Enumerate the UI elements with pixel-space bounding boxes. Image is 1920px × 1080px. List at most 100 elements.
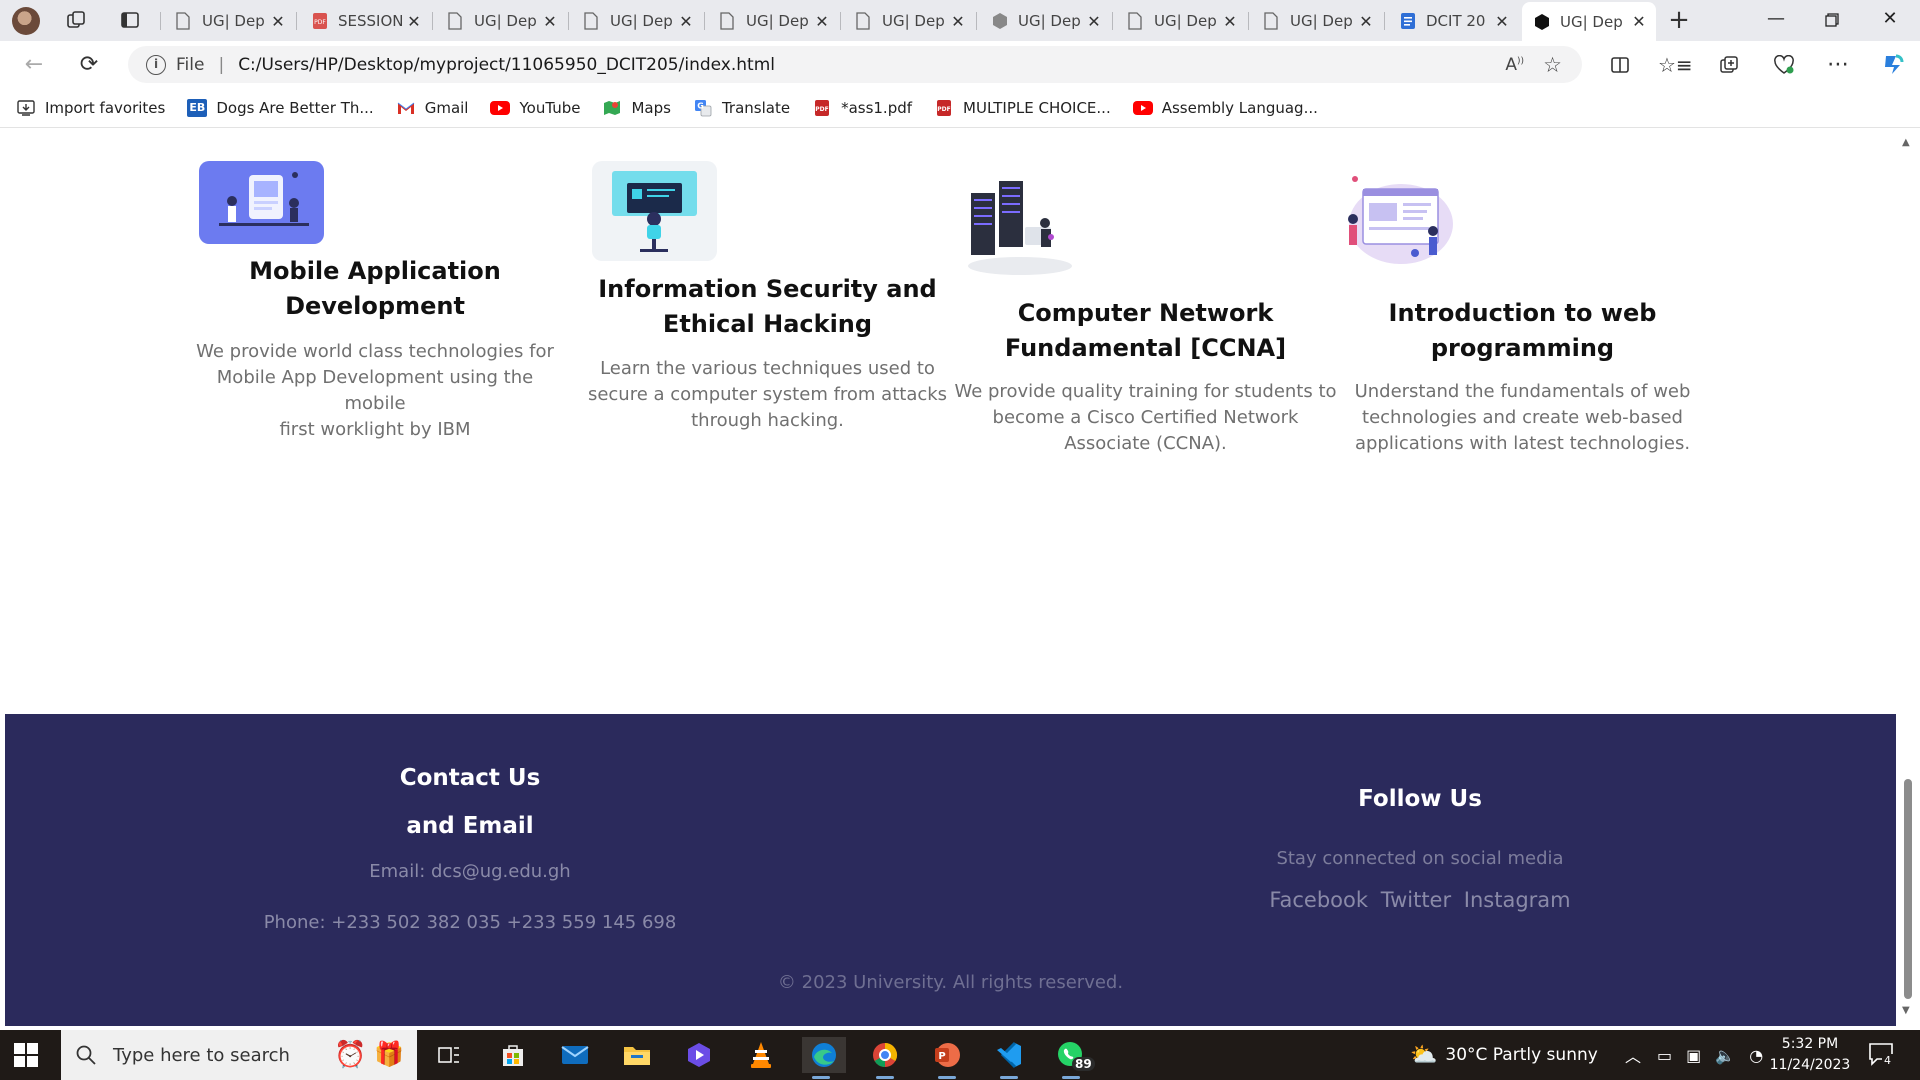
vscode-icon[interactable] <box>990 1037 1028 1079</box>
favorite-star-icon[interactable]: ☆ <box>1543 53 1562 77</box>
browser-tab[interactable]: UG| Dep ✕ <box>436 5 567 37</box>
bookmark-multiple-choice[interactable]: PDF MULTIPLE CHOICE... <box>934 99 1111 117</box>
back-arrow-icon[interactable]: ← <box>18 50 50 80</box>
scroll-down-arrow-icon[interactable]: ▼ <box>1902 1005 1910 1016</box>
twitter-link[interactable]: Twitter <box>1381 888 1451 912</box>
chevron-up-icon[interactable]: ︿ <box>1625 1043 1641 1067</box>
contact-heading: Contact Us and Email <box>305 754 635 850</box>
bookmark-import-favorites[interactable]: Import favorites <box>16 99 165 117</box>
chrome-icon[interactable] <box>866 1037 904 1079</box>
notification-center-icon[interactable]: 4 <box>1868 1042 1896 1068</box>
tab-actions-icon[interactable] <box>120 10 140 30</box>
scroll-up-arrow-icon[interactable]: ▲ <box>1902 137 1910 148</box>
browser-tab[interactable]: UG| Dep ✕ <box>844 5 975 37</box>
workspaces-icon[interactable] <box>66 10 86 30</box>
course-description: Understand the fundamentals of web techn… <box>1335 379 1710 457</box>
close-icon[interactable]: ✕ <box>1083 12 1105 31</box>
youtube-icon <box>490 99 511 117</box>
close-icon[interactable]: ✕ <box>403 12 425 31</box>
close-icon[interactable]: ✕ <box>675 12 697 31</box>
windows-start-icon[interactable] <box>14 1043 38 1067</box>
browser-tab[interactable]: UG| Dep ✕ <box>708 5 839 37</box>
page-scrollbar[interactable]: ▲ ▼ <box>1896 129 1920 1026</box>
new-tab-button[interactable]: + <box>1664 5 1694 35</box>
close-icon[interactable]: ✕ <box>1219 12 1241 31</box>
mail-icon[interactable] <box>556 1037 594 1073</box>
taskbar-search-box[interactable]: Type here to search ⏰ 🎁 <box>61 1030 417 1080</box>
bookmark-gmail[interactable]: Gmail <box>396 99 468 117</box>
course-title-line: Computer Network <box>1017 299 1274 327</box>
course-desc-line: We provide quality training for students… <box>954 381 1337 402</box>
powerpoint-icon[interactable]: P <box>928 1037 966 1079</box>
close-icon[interactable]: ✕ <box>1355 12 1377 31</box>
course-title-line: Ethical Hacking <box>662 310 873 338</box>
split-screen-icon[interactable] <box>1604 50 1636 80</box>
close-icon[interactable]: ✕ <box>811 12 833 31</box>
close-window-button[interactable]: ✕ <box>1870 8 1910 34</box>
bookmark-assembly[interactable]: Assembly Languag... <box>1132 99 1318 117</box>
volume-icon[interactable]: 🔈 <box>1715 1046 1735 1065</box>
browser-tab[interactable]: UG| Dep ✕ <box>572 5 703 37</box>
browser-tab[interactable]: PDF SESSION ✕ <box>300 5 431 37</box>
close-icon[interactable]: ✕ <box>539 12 561 31</box>
tab-title: UG| Dep <box>202 12 265 30</box>
copilot-icon[interactable] <box>1877 50 1909 80</box>
whatsapp-icon[interactable]: 89 <box>1052 1037 1095 1079</box>
bookmark-translate[interactable]: G Translate <box>693 99 790 117</box>
battery-icon[interactable]: ▭ <box>1657 1046 1672 1065</box>
web-page: Mobile Application Development We provid… <box>5 129 1896 1026</box>
more-menu-icon[interactable]: ⋯ <box>1822 50 1854 80</box>
browser-tab-active[interactable]: UG| Dep ✕ <box>1522 2 1656 41</box>
bookmark-ass1-pdf[interactable]: PDF *ass1.pdf <box>812 99 912 117</box>
tab-title: UG| Dep <box>610 12 673 30</box>
gift-icon: 🎁 <box>374 1040 404 1068</box>
bookmark-label: MULTIPLE CHOICE... <box>963 98 1111 117</box>
contact-email[interactable]: Email: dcs@ug.edu.gh <box>245 861 695 882</box>
minimize-button[interactable]: — <box>1756 8 1796 34</box>
browser-tab[interactable]: DCIT 20 ✕ <box>1388 5 1519 37</box>
system-tray: ︿ ▭ ▣ 🔈 ◔ <box>1625 1030 1763 1080</box>
close-icon[interactable]: ✕ <box>947 12 969 31</box>
browser-tab[interactable]: UG| Dep ✕ <box>980 5 1111 37</box>
system-clock[interactable]: 5:32 PM 11/24/2023 <box>1760 1034 1860 1076</box>
bookmark-youtube[interactable]: YouTube <box>490 99 580 117</box>
scrollbar-thumb[interactable] <box>1904 779 1912 999</box>
close-icon[interactable]: ✕ <box>267 12 289 31</box>
collections-icon[interactable] <box>1713 50 1745 80</box>
bookmark-maps[interactable]: Maps <box>602 99 671 117</box>
read-aloud-icon[interactable]: A)) <box>1505 55 1524 75</box>
course-title: Introduction to web programming <box>1335 296 1710 366</box>
pdf-icon: PDF <box>312 12 328 30</box>
contact-phone: Phone: +233 502 382 035 +233 559 145 698 <box>263 912 677 933</box>
clipchamp-icon[interactable] <box>680 1037 718 1073</box>
microsoft-store-icon[interactable] <box>494 1037 532 1073</box>
weather-widget[interactable]: ⛅ 30°C Partly sunny <box>1410 1030 1598 1080</box>
browser-essentials-icon[interactable] <box>1768 50 1800 80</box>
vlc-icon[interactable] <box>742 1037 780 1073</box>
svg-text:PDF: PDF <box>314 19 326 26</box>
refresh-icon[interactable]: ⟳ <box>73 50 105 80</box>
device-icon[interactable]: ▣ <box>1686 1046 1701 1065</box>
close-icon[interactable]: ✕ <box>1491 12 1513 31</box>
instagram-link[interactable]: Instagram <box>1464 888 1571 912</box>
file-explorer-icon[interactable] <box>618 1037 656 1073</box>
url-text[interactable]: C:/Users/HP/Desktop/myproject/11065950_D… <box>238 55 775 75</box>
tab-title: UG| Dep <box>746 12 809 30</box>
security-illustration <box>592 161 717 261</box>
facebook-link[interactable]: Facebook <box>1269 888 1368 912</box>
favorites-icon[interactable]: ☆≡ <box>1658 50 1693 80</box>
course-title: Mobile Application Development <box>190 254 560 324</box>
profile-avatar[interactable] <box>12 7 40 35</box>
restore-button[interactable] <box>1812 8 1852 34</box>
info-icon[interactable]: i <box>146 54 166 75</box>
partly-sunny-icon: ⛅ <box>1410 1042 1438 1068</box>
browser-tab[interactable]: UG| Dep ✕ <box>1116 5 1247 37</box>
close-icon[interactable]: ✕ <box>1628 12 1650 31</box>
task-view-icon[interactable] <box>430 1037 468 1073</box>
browser-tab[interactable]: UG| Dep ✕ <box>164 5 295 37</box>
browser-tab[interactable]: UG| Dep ✕ <box>1252 5 1383 37</box>
edge-browser-icon[interactable] <box>802 1037 846 1079</box>
bookmark-dogs[interactable]: EB Dogs Are Better Th... <box>187 98 374 117</box>
course-desc-line: Associate (CCNA). <box>1064 433 1227 454</box>
url-field[interactable]: i File | C:/Users/HP/Desktop/myproject/1… <box>128 46 1582 83</box>
